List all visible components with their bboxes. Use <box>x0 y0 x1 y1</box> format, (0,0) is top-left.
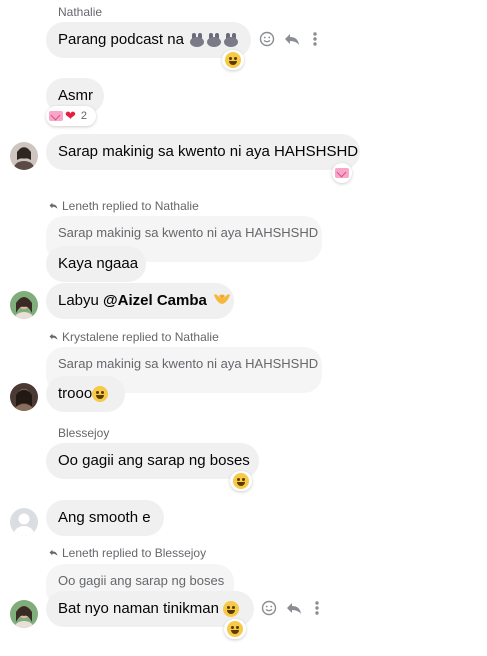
bunny-emoji-icon <box>223 33 239 48</box>
reply-label: Krystalene replied to Nathalie <box>62 330 219 344</box>
sender-name: Nathalie <box>58 5 103 19</box>
message-text: Labyu <box>58 292 104 309</box>
smiley-icon[interactable] <box>260 600 278 621</box>
message-text: Parang podcast na <box>58 31 184 48</box>
message-bubble[interactable]: Labyu @Aizel Camba <box>46 283 234 319</box>
grimacing-emoji-icon <box>223 601 240 618</box>
reply-label: Leneth replied to Nathalie <box>62 199 199 213</box>
avatar[interactable] <box>10 142 38 170</box>
reply-arrow-icon[interactable] <box>284 600 304 621</box>
avatar[interactable] <box>10 291 38 319</box>
reply-indicator: Leneth replied to Nathalie <box>48 199 199 213</box>
reply-indicator: Leneth replied to Blessejoy <box>48 546 206 560</box>
reply-arrow-icon <box>48 546 62 560</box>
message-text: Sarap makinig sa kwento ni aya HAHSHSHD <box>58 143 359 160</box>
message-text: Ang smooth e <box>58 509 151 526</box>
reaction-badge[interactable] <box>332 163 352 183</box>
message-text: Asmr <box>58 87 93 104</box>
reply-label: Leneth replied to Blessejoy <box>62 546 207 560</box>
reaction-badge[interactable]: ❤ 2 <box>46 106 96 126</box>
reaction-count: 2 <box>80 110 88 122</box>
reply-indicator: Krystalene replied to Nathalie <box>48 330 219 344</box>
laughing-emoji-icon <box>233 473 249 489</box>
quoted-text: Sarap makinig sa kwento ni aya HAHSHSHD <box>58 225 319 240</box>
reaction-badge[interactable] <box>222 50 244 70</box>
message-text: Oo gagii ang sarap ng boses <box>58 452 250 469</box>
quoted-text: Sarap makinig sa kwento ni aya HAHSHSHD <box>58 356 319 371</box>
love-letter-emoji-icon <box>335 168 349 178</box>
heart-emoji-icon: ❤ <box>65 108 76 123</box>
grinning-emoji-icon <box>92 386 109 403</box>
more-vertical-icon[interactable] <box>308 31 322 52</box>
message-bubble[interactable]: Oo gagii ang sarap ng boses <box>46 443 259 479</box>
avatar[interactable] <box>10 508 38 536</box>
laughing-emoji-icon <box>227 621 243 637</box>
more-vertical-icon[interactable] <box>310 600 324 621</box>
quoted-text: Oo gagii ang sarap ng boses <box>58 573 225 588</box>
message-bubble[interactable]: Sarap makinig sa kwento ni aya HAHSHSHD <box>46 134 360 170</box>
message-bubble[interactable]: Parang podcast na <box>46 22 251 58</box>
message-bubble[interactable]: Bat nyo naman tinikman <box>46 591 254 627</box>
bunny-emoji-icon <box>189 33 205 48</box>
love-letter-emoji-icon <box>49 111 63 121</box>
reaction-badge[interactable] <box>230 471 252 491</box>
mention[interactable]: @Aizel Camba <box>103 292 207 309</box>
reply-arrow-icon <box>48 330 62 344</box>
message-text: trooo <box>58 385 93 402</box>
reply-arrow-icon[interactable] <box>282 31 302 52</box>
avatar[interactable] <box>10 383 38 411</box>
reply-arrow-icon <box>48 199 62 213</box>
smiley-icon[interactable] <box>258 31 276 52</box>
message-bubble[interactable]: trooo <box>46 376 125 412</box>
laughing-emoji-icon <box>225 52 241 68</box>
message-bubble[interactable]: Ang smooth e <box>46 500 164 536</box>
avatar[interactable] <box>10 600 38 628</box>
heart-hands-emoji-icon <box>213 291 231 311</box>
reaction-badge[interactable] <box>224 619 246 639</box>
message-text: Kaya ngaaa <box>58 255 139 272</box>
bunny-emoji-icon <box>206 33 222 48</box>
sender-name: Blessejoy <box>58 426 110 440</box>
message-bubble[interactable]: Kaya ngaaa <box>46 246 146 282</box>
message-text: Bat nyo naman tinikman <box>58 600 219 617</box>
